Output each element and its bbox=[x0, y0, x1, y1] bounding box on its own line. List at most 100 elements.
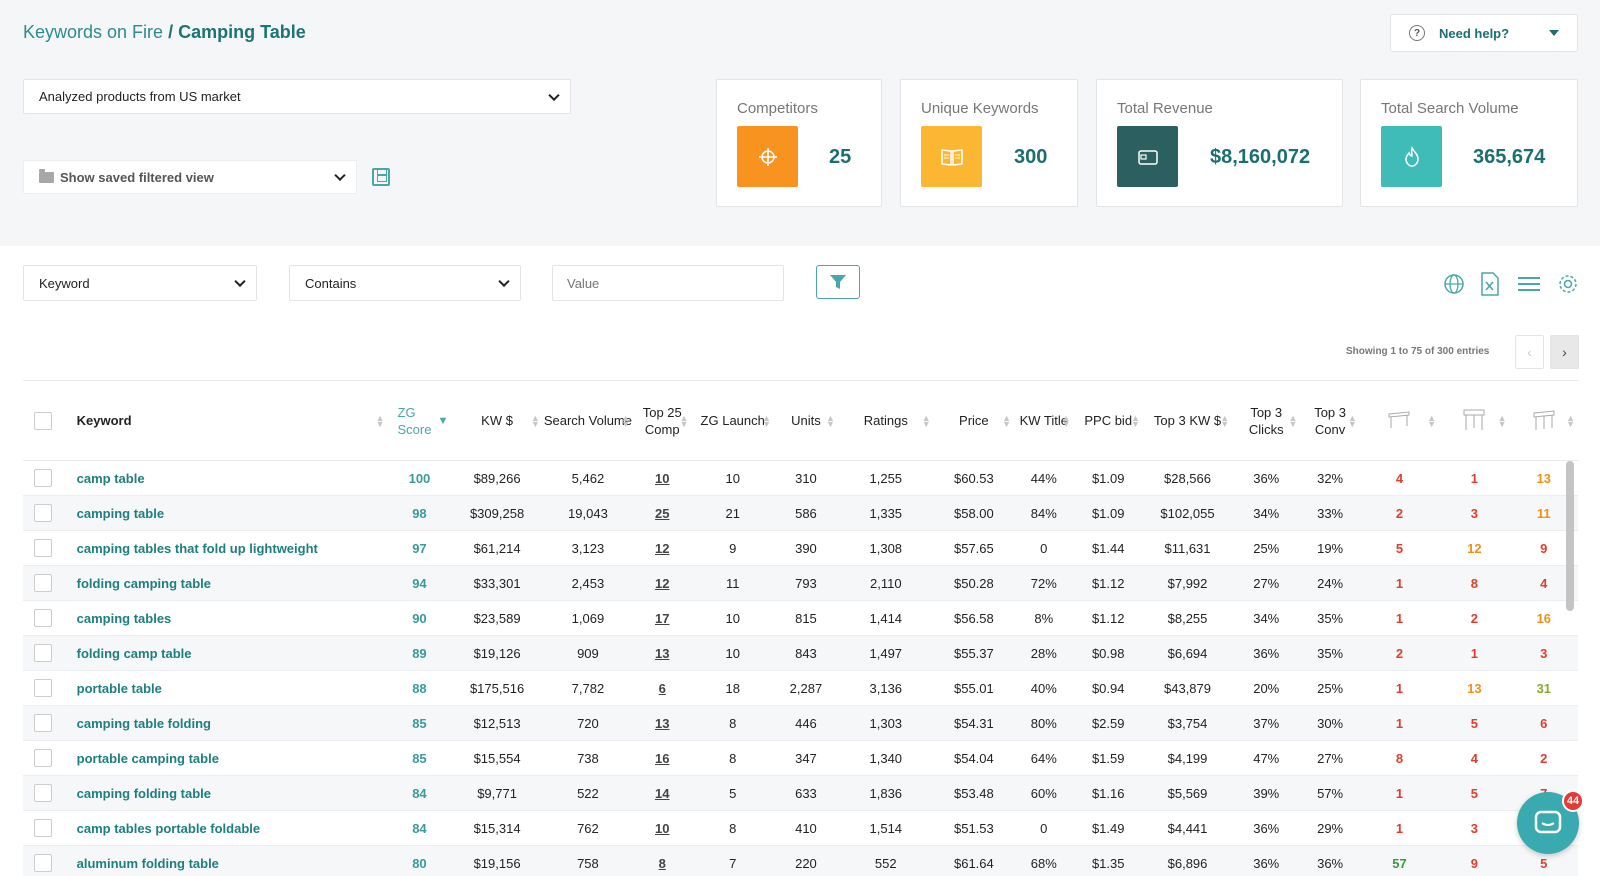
column-header-price[interactable]: Price ▲ ▼ bbox=[933, 380, 1015, 461]
cell-top25-comp[interactable]: 25 bbox=[633, 495, 692, 531]
table-row[interactable]: portable table 88 $175,516 7,782 6 18 2,287 3,1… bbox=[23, 670, 1578, 706]
table-scrollbar[interactable] bbox=[1566, 461, 1574, 611]
table-row[interactable]: camping tables that fold up lightweight 9… bbox=[23, 530, 1578, 566]
keyword-link[interactable]: camping folding table bbox=[62, 775, 388, 811]
cell-top3-clicks: 36% bbox=[1232, 635, 1301, 671]
row-checkbox[interactable] bbox=[33, 714, 52, 732]
cell-top25-comp[interactable]: 6 bbox=[633, 670, 692, 706]
breadcrumb-root[interactable]: Keywords on Fire bbox=[23, 22, 163, 42]
table-row[interactable]: camp table 100 $89,266 5,462 10 10 310 1,255 $60… bbox=[23, 460, 1578, 496]
column-header-kw-dollar[interactable]: KW $ ▲ ▼ bbox=[451, 380, 543, 461]
select-all-checkbox[interactable] bbox=[33, 411, 52, 430]
table-row[interactable]: camping folding table 84 $9,771 522 14 5 633 1,… bbox=[23, 775, 1578, 811]
prev-page-button[interactable]: ‹ bbox=[1515, 335, 1544, 369]
market-select[interactable]: Analyzed products from US market bbox=[23, 79, 571, 114]
column-header-product-3[interactable]: ▲ ▼ bbox=[1509, 380, 1578, 461]
cell-top25-comp[interactable]: 13 bbox=[633, 635, 692, 671]
keyword-link[interactable]: camping tables that fold up lightweight bbox=[62, 530, 388, 566]
keyword-link[interactable]: folding camp table bbox=[62, 635, 388, 671]
columns-menu-icon[interactable] bbox=[1517, 272, 1541, 296]
cell-kw-dollar: $19,126 bbox=[451, 635, 543, 671]
column-header-keyword[interactable]: Keyword ▲ ▼ bbox=[62, 380, 388, 461]
help-dropdown[interactable]: ? Need help? bbox=[1390, 14, 1578, 52]
table-row[interactable]: folding camp table 89 $19,126 909 13 10 843 1,4… bbox=[23, 635, 1578, 671]
cell-top25-comp[interactable]: 13 bbox=[633, 705, 692, 741]
table-row[interactable]: camping table 98 $309,258 19,043 25 21 586 1,33… bbox=[23, 495, 1578, 531]
row-select-cell[interactable] bbox=[23, 635, 63, 671]
cell-ppc-bid: $1.16 bbox=[1073, 775, 1143, 811]
row-select-cell[interactable] bbox=[23, 845, 63, 876]
row-checkbox[interactable] bbox=[33, 784, 52, 802]
keyword-link[interactable]: camping table folding bbox=[62, 705, 388, 741]
keyword-link[interactable]: folding camping table bbox=[62, 565, 388, 601]
saved-view-select[interactable]: Show saved filtered view bbox=[23, 160, 357, 194]
table-row[interactable]: aluminum folding table 80 $19,156 758 8 7 220 5… bbox=[23, 845, 1578, 876]
filter-operator-select[interactable]: Contains bbox=[289, 265, 521, 301]
keyword-link[interactable]: camping table bbox=[62, 495, 388, 531]
cell-top25-comp[interactable]: 14 bbox=[633, 775, 692, 811]
stat-label: Total Revenue bbox=[1117, 100, 1213, 117]
row-checkbox[interactable] bbox=[33, 539, 52, 557]
globe-icon[interactable] bbox=[1442, 272, 1466, 296]
column-header-ppc-bid[interactable]: PPC bid ▲ ▼ bbox=[1073, 380, 1143, 461]
column-header-ratings[interactable]: Ratings ▲ ▼ bbox=[837, 380, 934, 461]
keyword-link[interactable]: camping tables bbox=[62, 600, 388, 636]
save-icon[interactable] bbox=[372, 168, 390, 186]
column-header-zg-launch[interactable]: ZG Launch ▲ ▼ bbox=[691, 380, 775, 461]
column-header-kw-title[interactable]: KW Title ▲ ▼ bbox=[1014, 380, 1074, 461]
column-header-top3-kw[interactable]: Top 3 KW $ ▲ ▼ bbox=[1142, 380, 1233, 461]
table-row[interactable]: camp tables portable foldable 84 $15,314 76… bbox=[23, 810, 1578, 846]
keyword-link[interactable]: portable table bbox=[62, 670, 388, 706]
cell-top25-comp[interactable]: 16 bbox=[633, 740, 692, 776]
row-select-cell[interactable] bbox=[23, 530, 63, 566]
filter-value-input[interactable] bbox=[552, 265, 784, 301]
cell-product-rank: 13 bbox=[1439, 670, 1510, 706]
excel-export-icon[interactable] bbox=[1478, 272, 1502, 296]
keyword-link[interactable]: portable camping table bbox=[62, 740, 388, 776]
row-checkbox[interactable] bbox=[33, 609, 52, 627]
filter-field-select[interactable]: Keyword bbox=[23, 265, 257, 301]
column-header-top3-conv[interactable]: Top 3 Conv ▲ ▼ bbox=[1300, 380, 1360, 461]
column-header-zg-score[interactable]: ZG Score ▼ bbox=[387, 380, 452, 461]
row-checkbox[interactable] bbox=[33, 749, 52, 767]
cell-top25-comp[interactable]: 10 bbox=[633, 810, 692, 846]
keyword-link[interactable]: camp table bbox=[62, 460, 388, 496]
row-checkbox[interactable] bbox=[33, 574, 52, 592]
row-select-cell[interactable] bbox=[23, 705, 63, 741]
table-row[interactable]: camping table folding 85 $12,513 720 13 8 446 1… bbox=[23, 705, 1578, 741]
row-checkbox[interactable] bbox=[33, 644, 52, 662]
gear-icon[interactable] bbox=[1556, 272, 1580, 296]
next-page-button[interactable]: › bbox=[1550, 335, 1579, 369]
cell-top25-comp[interactable]: 10 bbox=[633, 460, 692, 496]
row-checkbox[interactable] bbox=[33, 854, 52, 872]
table-row[interactable]: camping tables 90 $23,589 1,069 17 10 815 1,414… bbox=[23, 600, 1578, 636]
row-checkbox[interactable] bbox=[33, 819, 52, 837]
row-select-cell[interactable] bbox=[23, 600, 63, 636]
column-header-search-volume[interactable]: Search Volume ▲ ▼ bbox=[542, 380, 634, 461]
row-select-cell[interactable] bbox=[23, 775, 63, 811]
cell-top25-comp[interactable]: 12 bbox=[633, 565, 692, 601]
row-select-cell[interactable] bbox=[23, 565, 63, 601]
row-select-cell[interactable] bbox=[23, 495, 63, 531]
select-all-header[interactable] bbox=[23, 380, 63, 461]
row-checkbox[interactable] bbox=[33, 679, 52, 697]
column-header-product-2[interactable]: ▲ ▼ bbox=[1439, 380, 1510, 461]
apply-filter-button[interactable] bbox=[816, 265, 860, 299]
keyword-link[interactable]: aluminum folding table bbox=[62, 845, 388, 876]
table-row[interactable]: portable camping table 85 $15,554 738 16 8 347… bbox=[23, 740, 1578, 776]
table-row[interactable]: folding camping table 94 $33,301 2,453 12 11 7… bbox=[23, 565, 1578, 601]
cell-top25-comp[interactable]: 12 bbox=[633, 530, 692, 566]
row-select-cell[interactable] bbox=[23, 670, 63, 706]
column-header-units[interactable]: Units ▲ ▼ bbox=[774, 380, 838, 461]
row-checkbox[interactable] bbox=[33, 504, 52, 522]
column-header-top25-comp[interactable]: Top 25 Comp ▲ ▼ bbox=[633, 380, 692, 461]
cell-top25-comp[interactable]: 17 bbox=[633, 600, 692, 636]
row-select-cell[interactable] bbox=[23, 810, 63, 846]
column-header-product-1[interactable]: ▲ ▼ bbox=[1359, 380, 1440, 461]
keyword-link[interactable]: camp tables portable foldable bbox=[62, 810, 388, 846]
column-header-top3-clicks[interactable]: Top 3 Clicks ▲ ▼ bbox=[1232, 380, 1301, 461]
cell-top25-comp[interactable]: 8 bbox=[633, 845, 692, 876]
row-checkbox[interactable] bbox=[33, 469, 52, 487]
row-select-cell[interactable] bbox=[23, 740, 63, 776]
row-select-cell[interactable] bbox=[23, 460, 63, 496]
